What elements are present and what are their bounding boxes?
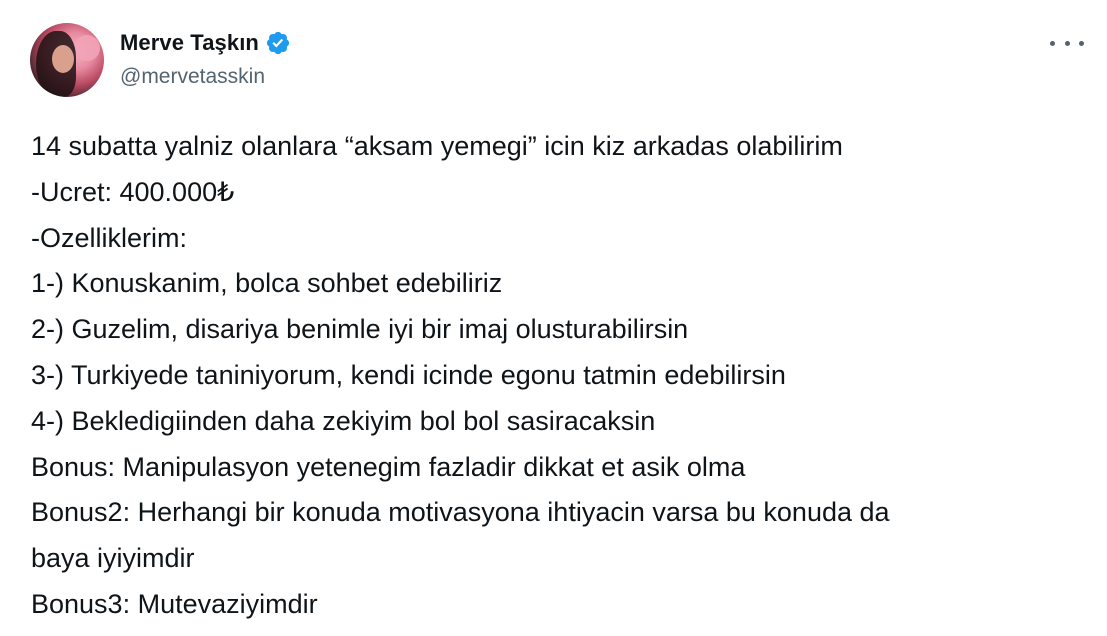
tweet-line: 1-) Konuskanim, bolca sohbet edebiliriz [31,268,503,299]
tweet-line: 3-) Turkiyede taniniyorum, kendi icinde … [31,359,786,390]
more-horizontal-icon[interactable] [1050,33,1084,53]
tweet-line: 4-) Bekledigiinden daha zekiyim bol bol … [31,405,656,436]
avatar[interactable] [30,23,104,97]
tweet-line: baya iyiyimdir [31,543,195,574]
tweet-line: 14 subatta yalniz olanlara “aksam yemegi… [31,131,843,161]
tweet-text: 14 subatta yalniz olanlara “aksam yemegi… [31,124,1081,628]
avatar-detail [74,35,100,61]
tweet-line: Bonus: Manipulasyon yetenegim fazladir d… [31,451,746,482]
more-dot [1064,40,1070,46]
tweet-line: Bonus2: Herhangi bir konuda motivasyona … [31,497,890,528]
tweet-line: -Ucret: 400.000₺ [31,176,235,207]
display-name[interactable]: Merve Taşkın [120,30,259,56]
verified-badge-icon [266,31,290,55]
avatar-detail [52,45,74,73]
tweet-card: Merve Taşkın @mervetasskin 14 subatta ya… [0,0,1107,636]
name-row: Merve Taşkın [120,27,291,59]
tweet-line: Bonus3: Mutevaziyimdir [31,588,318,619]
tweet-line: 2-) Guzelim, disariya benimle iyi bir im… [31,314,689,345]
more-dot [1050,40,1055,46]
tweet-line: -Ozelliklerim: [31,222,188,253]
tweet-header: Merve Taşkın @mervetasskin [30,23,1090,99]
user-names: Merve Taşkın @mervetasskin [120,27,291,89]
user-handle[interactable]: @mervetasskin [120,65,291,89]
more-dot [1079,40,1084,46]
